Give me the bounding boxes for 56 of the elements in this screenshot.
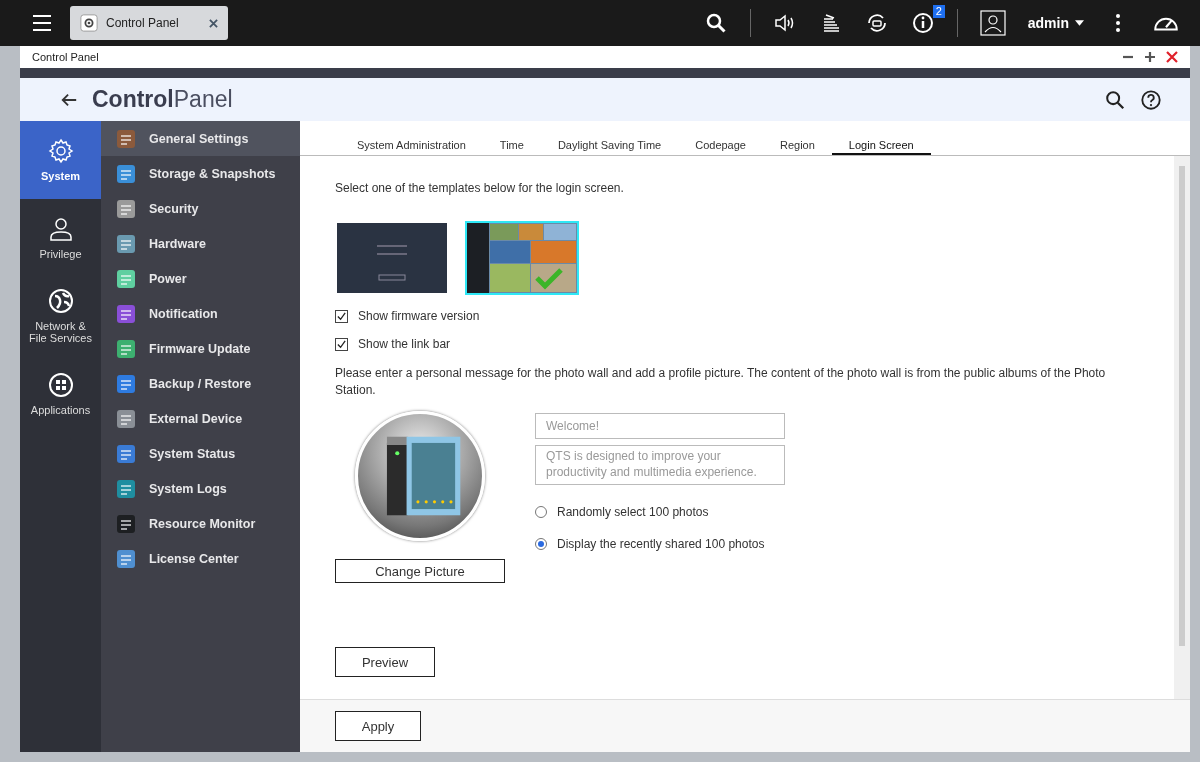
settings-icon <box>47 138 74 164</box>
apps-grid-icon <box>47 372 74 398</box>
info-icon[interactable] <box>910 11 935 35</box>
category-item[interactable]: Privilege <box>20 199 101 277</box>
notification-count: 2 <box>932 5 945 18</box>
instruction-text: Please enter a personal message for the photo wall and add a profile picture. The content of the photo wall is from the public albums of the Photo Station. <box>335 365 1107 399</box>
close-icon[interactable] <box>1166 51 1178 63</box>
tab[interactable]: Time <box>482 139 541 155</box>
radio-option[interactable]: Randomly select 100 photos <box>535 505 785 519</box>
instruction-text: Select one of the templates below for the login screen. <box>335 180 625 197</box>
menu-item[interactable]: Backup / Restore <box>101 366 300 401</box>
user-menu[interactable]: admin <box>1027 15 1069 31</box>
menu-item[interactable]: Storage & Snapshots <box>101 156 300 191</box>
checkmark-icon <box>336 338 347 350</box>
category-item[interactable]: Applications <box>20 355 101 433</box>
menu-item[interactable]: Resource Monitor <box>101 506 300 541</box>
template-thumbnail[interactable] <box>465 221 579 295</box>
app-title: ControlPanel <box>92 86 233 113</box>
window-title: Control Panel <box>32 51 99 63</box>
tab[interactable]: Region <box>763 139 832 155</box>
message-input-field[interactable]: QTS is designed to improve your productivity and multimedia experience. <box>535 445 785 485</box>
tab[interactable]: System Administration <box>340 139 483 155</box>
app-tab[interactable]: Control Panel <box>70 6 228 40</box>
tab[interactable]: Login Screen <box>831 139 931 155</box>
template-thumbnail[interactable] <box>335 221 449 295</box>
checkmark-icon <box>336 310 347 322</box>
menu-item[interactable]: External Device <box>101 401 300 436</box>
checkbox-option[interactable]: Show firmware version <box>335 309 480 323</box>
preview-button[interactable]: Preview <box>335 647 435 677</box>
category-item[interactable]: Network & File Services <box>20 277 101 355</box>
apply-button[interactable]: Apply <box>335 711 421 741</box>
caret-icon[interactable] <box>1075 20 1084 26</box>
search-icon[interactable] <box>1104 88 1126 111</box>
checkbox-option[interactable]: Show the link bar <box>335 337 451 351</box>
menu-item[interactable]: General Settings <box>101 121 300 156</box>
menu-item[interactable]: Notification <box>101 296 300 331</box>
maximize-icon[interactable] <box>1144 51 1156 63</box>
change-picture-button[interactable]: Change Picture <box>335 559 505 583</box>
category-item[interactable]: System <box>20 121 101 199</box>
tab[interactable]: Daylight Saving Time <box>540 139 679 155</box>
tab[interactable]: Codepage <box>678 139 763 155</box>
person-icon <box>47 216 74 242</box>
radio-option[interactable]: Display the recently shared 100 photos <box>535 537 785 551</box>
menu-item[interactable]: Firmware Update <box>101 331 300 366</box>
close-icon[interactable] <box>209 18 218 28</box>
menu-item[interactable]: System Status <box>101 436 300 471</box>
menu-item[interactable]: Hardware <box>101 226 300 261</box>
help-icon[interactable] <box>1140 88 1162 111</box>
menu-item[interactable]: Security <box>101 191 300 226</box>
title-input-field[interactable]: Welcome! <box>535 413 785 439</box>
globe-icon <box>47 288 74 314</box>
menu-item[interactable]: Power <box>101 261 300 296</box>
menu-item[interactable]: System Logs <box>101 471 300 506</box>
app-tab-label: Control Panel <box>106 16 180 30</box>
menu-item[interactable]: License Center <box>101 541 300 576</box>
user-icon[interactable] <box>979 10 1006 36</box>
